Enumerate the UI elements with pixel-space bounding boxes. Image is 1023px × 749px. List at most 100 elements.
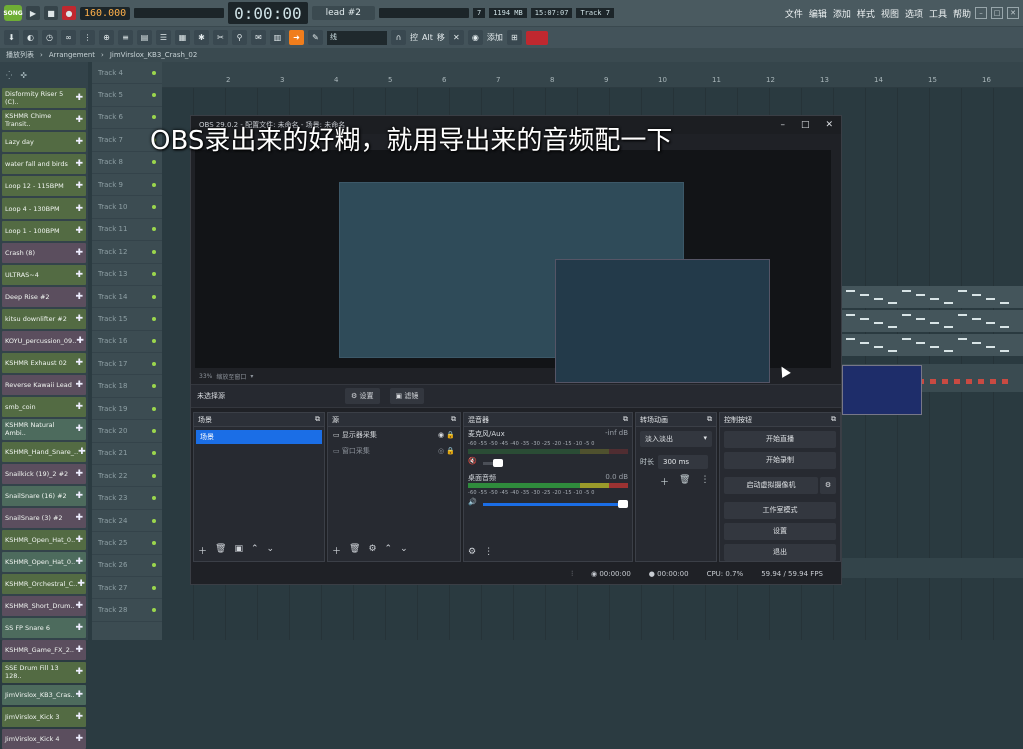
drag-icon[interactable]: ✚ [75, 270, 83, 280]
zoom-dropdown-icon[interactable]: ▾ [250, 373, 253, 380]
channel-item[interactable]: SnailSnare (16) #2 ✚ [2, 485, 86, 506]
drag-icon[interactable]: ✚ [75, 557, 83, 567]
source-filters-button[interactable]: ▣ 滤镜 [389, 388, 425, 404]
remove-transition-icon[interactable]: 🗑 [679, 475, 690, 488]
loop-record-icon[interactable]: ∞ [61, 30, 76, 45]
obs-minimize-icon[interactable]: – [780, 120, 785, 130]
track-enable-icon[interactable] [152, 115, 156, 120]
source-properties-icon[interactable]: ⚙ [368, 544, 376, 557]
virtual-camera-settings-icon[interactable]: ⚙ [820, 477, 836, 494]
channel-item[interactable]: Crash (8) ✚ [2, 242, 86, 263]
channel-item[interactable]: JimVirslox_Kick 4 ✚ [2, 728, 86, 749]
track-enable-icon[interactable] [152, 406, 156, 411]
transition-select[interactable]: 淡入淡出 ▾ [640, 431, 712, 447]
save-icon[interactable]: ⬇ [4, 30, 19, 45]
track-header[interactable]: Track 4 [92, 62, 162, 85]
breadcrumb-clip[interactable]: JimVirslox_KB3_Crash_02 [110, 51, 197, 59]
breadcrumb-playlist[interactable]: 播放列表 [6, 50, 34, 60]
settings-button[interactable]: 设置 [724, 523, 836, 540]
plugin-icon[interactable]: ✱ [194, 30, 209, 45]
drag-icon[interactable]: ✚ [75, 248, 83, 258]
move-up-icon[interactable]: ⌃ [251, 544, 259, 557]
channel-item[interactable]: ULTRAS~4 ✚ [2, 264, 86, 285]
obs-close-icon[interactable]: ✕ [825, 120, 833, 130]
channel-item[interactable]: KOYU_percussion_09.. ✚ [2, 331, 86, 352]
drag-icon[interactable]: ✚ [75, 204, 83, 214]
channel-item[interactable]: kitsu downlifter #2 ✚ [2, 308, 86, 330]
timeline-ruler[interactable]: 234567891011121314151617 [162, 62, 1023, 88]
blend-icon[interactable]: ⊕ [99, 30, 114, 45]
add-source-icon[interactable]: ＋ [332, 544, 341, 557]
drag-icon[interactable]: ✚ [75, 734, 83, 744]
lock-icon[interactable]: 🔒 [446, 431, 455, 439]
channel-rack-icon[interactable]: ☰ [156, 30, 171, 45]
step-edit-icon[interactable]: ⋮ [80, 30, 95, 45]
drag-icon[interactable]: ✚ [75, 292, 83, 302]
clip-lead-3[interactable] [842, 334, 1023, 356]
track-enable-icon[interactable] [152, 563, 156, 568]
dock-undock-icon[interactable]: ⧉ [707, 415, 712, 424]
drag-icon[interactable]: ✚ [75, 667, 83, 677]
mic-icon[interactable]: ⚲ [232, 30, 247, 45]
exit-button[interactable]: 退出 [724, 544, 836, 561]
menu-help[interactable]: 帮助 [953, 7, 971, 20]
drag-icon[interactable]: ✚ [75, 380, 83, 390]
drag-icon[interactable]: ✚ [75, 115, 83, 125]
menu-add[interactable]: 添加 [833, 7, 851, 20]
track-enable-icon[interactable] [152, 361, 156, 366]
picker-filter-icon[interactable]: ⁛ [6, 71, 12, 80]
track-header[interactable]: Track 24 [92, 510, 162, 533]
add-label[interactable]: 添加 [487, 32, 503, 43]
drag-icon[interactable]: ✚ [75, 93, 83, 103]
draw-tool-icon[interactable]: ➜ [289, 30, 304, 45]
channel-item[interactable]: KSHMR_Hand_Snare_.. ✚ [2, 441, 86, 462]
ctrl-label[interactable]: 控 [410, 32, 418, 43]
track-enable-icon[interactable] [152, 272, 156, 277]
volume-slider[interactable] [482, 459, 503, 467]
scene-filter-icon[interactable]: ▣ [234, 544, 243, 557]
channel-item[interactable]: KSHMR_Open_Hat_0.. ✚ [2, 551, 86, 573]
channel-item[interactable]: KSHMR Chime Transit.. ✚ [2, 110, 86, 131]
studio-mode-button[interactable]: 工作室模式 [724, 502, 836, 519]
channel-item[interactable]: smb_coin ✚ [2, 397, 86, 418]
alt-label[interactable]: Alt [422, 33, 433, 42]
track-enable-icon[interactable] [152, 316, 156, 321]
channel-item[interactable]: Loop 12 - 115BPM ✚ [2, 176, 86, 197]
track-enable-icon[interactable] [152, 93, 156, 98]
track-enable-icon[interactable] [152, 249, 156, 254]
channel-item[interactable]: KSHMR_Game_FX_2.. ✚ [2, 640, 86, 661]
menu-view[interactable]: 视图 [881, 7, 899, 20]
remove-scene-icon[interactable]: 🗑 [215, 544, 226, 557]
track-enable-icon[interactable] [152, 294, 156, 299]
snap-selector[interactable]: 线 [327, 30, 387, 45]
channel-item[interactable]: KSHMR_Orchestral_C.. ✚ [2, 574, 86, 595]
dock-undock-icon[interactable]: ⧉ [623, 415, 628, 424]
drag-icon[interactable]: ✚ [77, 579, 85, 589]
menu-options[interactable]: 选项 [905, 7, 923, 20]
drag-icon[interactable]: ✚ [78, 447, 86, 457]
start-streaming-button[interactable]: 开始直播 [724, 431, 836, 448]
track-enable-icon[interactable] [152, 182, 156, 187]
eye-hidden-icon[interactable]: ◎ [438, 447, 444, 455]
track-header[interactable]: Track 21 [92, 443, 162, 466]
channel-item[interactable]: Lazy day ✚ [2, 132, 86, 153]
lock-icon[interactable]: 🔒 [446, 447, 455, 455]
drag-icon[interactable]: ✚ [75, 137, 83, 147]
track-enable-icon[interactable] [152, 205, 156, 210]
drag-icon[interactable]: ✚ [75, 159, 83, 169]
track-enable-icon[interactable] [152, 339, 156, 344]
drag-icon[interactable]: ✚ [75, 358, 83, 368]
cut-icon[interactable]: ✂ [213, 30, 228, 45]
channel-item[interactable]: KSHMR Natural Ambi.. ✚ [2, 419, 86, 440]
obs-preview[interactable] [195, 150, 922, 415]
zoom-icon[interactable]: ⊞ [506, 30, 522, 45]
speaker-icon[interactable]: 🔊 [468, 498, 477, 506]
drag-icon[interactable]: ✚ [75, 424, 83, 434]
transition-menu-icon[interactable]: ⋮ [700, 475, 709, 488]
move-label[interactable]: 移 [437, 32, 445, 43]
zoom-label[interactable]: 缩放至窗口 [216, 372, 246, 381]
master-volume-slider[interactable] [134, 8, 225, 18]
track-enable-icon[interactable] [152, 585, 156, 590]
track-header[interactable]: Track 26 [92, 555, 162, 577]
channel-item[interactable]: SnailSnare (3) #2 ✚ [2, 507, 86, 528]
